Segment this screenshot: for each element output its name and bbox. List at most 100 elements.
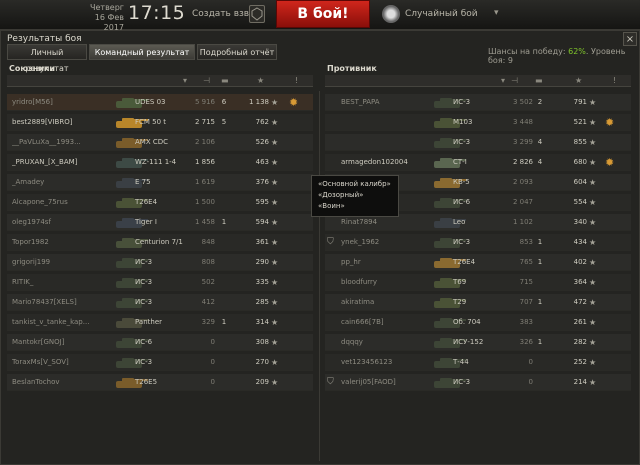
player-name[interactable]: Mantokr[GNOJ] bbox=[12, 334, 112, 351]
player-name[interactable]: best2889[VIBRO] bbox=[12, 114, 112, 131]
xp-value: 261 bbox=[573, 318, 587, 326]
medal-icon[interactable]: ✹ bbox=[289, 94, 305, 111]
player-row[interactable]: __PaVLuXa__1993... AMX CDC 2 106 526 ★ bbox=[7, 134, 313, 151]
player-name[interactable]: tankist_v_tanke_kap... bbox=[12, 314, 112, 331]
xp-value: 282 bbox=[573, 338, 587, 346]
player-name[interactable]: Alcapone_75rus bbox=[12, 194, 112, 211]
sort-arrow-icon[interactable]: ▾ bbox=[183, 76, 187, 85]
battle-mode-icon[interactable] bbox=[382, 5, 400, 23]
player-name[interactable]: akiratima bbox=[341, 294, 441, 311]
player-name[interactable]: dqqqy bbox=[341, 334, 441, 351]
player-row[interactable]: grigorij199 ИС-3 808 290 ★ bbox=[7, 254, 313, 271]
close-icon[interactable]: × bbox=[623, 32, 637, 46]
player-row[interactable]: Mario78437[XELS] ИС-3 412 285 ★ bbox=[7, 294, 313, 311]
player-row[interactable]: Topor1982 Centurion 7/1 848 361 ★ bbox=[7, 234, 313, 251]
player-row[interactable]: bloodfurry T69 715 364 ★ bbox=[325, 274, 631, 291]
xp-value: 1 138 bbox=[248, 98, 269, 106]
tank-icon[interactable]: ▬ bbox=[535, 76, 543, 85]
player-row[interactable]: BeslanTochov T26E5 0 209 ★ bbox=[7, 374, 313, 391]
player-name[interactable]: _PRUXAN_[X_BAM] bbox=[12, 154, 112, 171]
player-row[interactable]: _Amadey E 75 1 619 376 ★ bbox=[7, 174, 313, 191]
damage-value: 0 bbox=[210, 378, 215, 386]
player-name[interactable]: oleg1974sf bbox=[12, 214, 112, 231]
star-icon[interactable]: ★ bbox=[257, 76, 264, 85]
player-name[interactable]: yridro[M56] bbox=[12, 94, 112, 111]
chevron-down-icon[interactable]: ▾ bbox=[494, 8, 499, 18]
player-row[interactable]: dqqqy ИСУ-152 326 1 282 ★ bbox=[325, 334, 631, 351]
damage-value: 765 bbox=[519, 258, 533, 266]
player-row[interactable]: Mantokr[GNOJ] ИС-6 0 308 ★ bbox=[7, 334, 313, 351]
player-row[interactable]: vet123456123 Т-44 0 252 ★ bbox=[325, 354, 631, 371]
tab-personal[interactable]: Личный результат bbox=[7, 44, 87, 73]
star-icon: ★ bbox=[589, 178, 597, 187]
player-name[interactable]: grigorij199 bbox=[12, 254, 112, 271]
player-name[interactable] bbox=[341, 114, 441, 131]
player-name[interactable]: cain666[7B] bbox=[341, 314, 441, 331]
vehicle-name: T29 bbox=[453, 298, 467, 306]
player-row[interactable]: oleg1974sf Tiger I1 458 1 594 ★ bbox=[7, 214, 313, 231]
player-name[interactable]: valerij05[FAOD] bbox=[341, 374, 441, 391]
frags-value: 1 bbox=[537, 258, 543, 266]
player-name[interactable]: armagedon102004 bbox=[341, 154, 441, 171]
star-icon: ★ bbox=[589, 138, 597, 147]
damage-value: 2 093 bbox=[512, 178, 533, 186]
player-name[interactable]: vet123456123 bbox=[341, 354, 441, 371]
player-row[interactable]: _PRUXAN_[X_BAM] WZ-111 1-4 1 856 463 ★ bbox=[7, 154, 313, 171]
info-icon[interactable]: ! bbox=[295, 76, 298, 85]
player-name[interactable]: RITIK_ bbox=[12, 274, 112, 291]
player-name[interactable]: bloodfurry bbox=[341, 274, 441, 291]
player-row[interactable]: M103 3 448 521 ★ ✹ bbox=[325, 114, 631, 131]
clock-time: 17:15 bbox=[128, 2, 186, 24]
star-icon: ★ bbox=[271, 338, 279, 347]
frags-value: 4 bbox=[537, 158, 543, 166]
vehicle-name: ИС-6 bbox=[453, 198, 471, 206]
vehicle-name: Т-44 bbox=[453, 358, 469, 366]
player-name[interactable]: __PaVLuXa__1993... bbox=[12, 134, 112, 151]
damage-value: 0 bbox=[528, 358, 533, 366]
player-row[interactable]: RITIK_ ИС-3 502 335 ★ bbox=[7, 274, 313, 291]
player-name[interactable]: BeslanTochov bbox=[12, 374, 112, 391]
info-icon[interactable]: ! bbox=[613, 76, 616, 85]
gun-icon[interactable]: ⊣ bbox=[511, 76, 518, 85]
player-row[interactable]: tankist_v_tanke_kap... Panther 329 1 314 ★ bbox=[7, 314, 313, 331]
player-name[interactable]: Topor1982 bbox=[12, 234, 112, 251]
xp-value: 604 bbox=[573, 178, 587, 186]
star-icon: ★ bbox=[589, 298, 597, 307]
player-row[interactable]: akiratima T29 707 1 472 ★ bbox=[325, 294, 631, 311]
battle-button[interactable]: В бой! bbox=[276, 0, 370, 28]
medal-icon[interactable]: ✹ bbox=[605, 154, 621, 171]
medal-icon[interactable]: ✹ bbox=[605, 114, 621, 131]
player-name[interactable] bbox=[341, 134, 441, 151]
player-row[interactable]: pp_hr T26E4 765 1 402 ★ bbox=[325, 254, 631, 271]
battle-mode-label[interactable]: Случайный бой bbox=[405, 9, 478, 19]
player-row[interactable]: best2889[VIBRO] FCM 50 t2 715 5 762 ★ bbox=[7, 114, 313, 131]
tab-detailed[interactable]: Подробный отчёт bbox=[197, 44, 277, 60]
player-name[interactable]: Mario78437[XELS] bbox=[12, 294, 112, 311]
player-row[interactable]: armagedon102004 СТ-I 2 826 4 680 ★ ✹ bbox=[325, 154, 631, 171]
damage-value: 1 500 bbox=[194, 198, 215, 206]
player-row[interactable]: cain666[7B] Об. 704 383 261 ★ bbox=[325, 314, 631, 331]
player-row[interactable]: Alcapone_75rus T26E4 1 500 595 ★ bbox=[7, 194, 313, 211]
player-row[interactable]: BEST_PAPA ИС-3 3 502 2 791 ★ bbox=[325, 94, 631, 111]
player-name[interactable]: ToraxMs[V_SOV] bbox=[12, 354, 112, 371]
player-name[interactable]: BEST_PAPA bbox=[341, 94, 441, 111]
frags-value: 5 bbox=[221, 118, 227, 126]
player-name[interactable]: pp_hr bbox=[341, 254, 441, 271]
tab-team[interactable]: Командный результат bbox=[89, 44, 195, 60]
damage-value: 412 bbox=[201, 298, 215, 306]
squad-icon[interactable] bbox=[249, 5, 265, 23]
frags-value bbox=[533, 174, 547, 191]
player-row[interactable]: ToraxMs[V_SOV] ИС-3 0 270 ★ bbox=[7, 354, 313, 371]
vehicle-name: M103 bbox=[453, 118, 473, 126]
player-row[interactable]: ⛉ valerij05[FAOD] ИС-3 0 214 ★ bbox=[325, 374, 631, 391]
player-name[interactable]: ynek_1962 bbox=[341, 234, 441, 251]
player-row[interactable]: ⛉ ynek_1962 ИС-3 853 1 434 ★ bbox=[325, 234, 631, 251]
vehicle-name: Leo bbox=[453, 218, 466, 226]
player-row[interactable]: yridro[M56] UDES 03 5 916 6 1 138 ★ ✹ bbox=[7, 94, 313, 111]
gun-icon[interactable]: ⊣ bbox=[203, 76, 210, 85]
player-row[interactable]: ИС-3 3 299 4 855 ★ bbox=[325, 134, 631, 151]
tank-icon[interactable]: ▬ bbox=[221, 76, 229, 85]
star-icon[interactable]: ★ bbox=[575, 76, 582, 85]
player-name[interactable]: _Amadey bbox=[12, 174, 112, 191]
sort-arrow-icon[interactable]: ▾ bbox=[501, 76, 505, 85]
